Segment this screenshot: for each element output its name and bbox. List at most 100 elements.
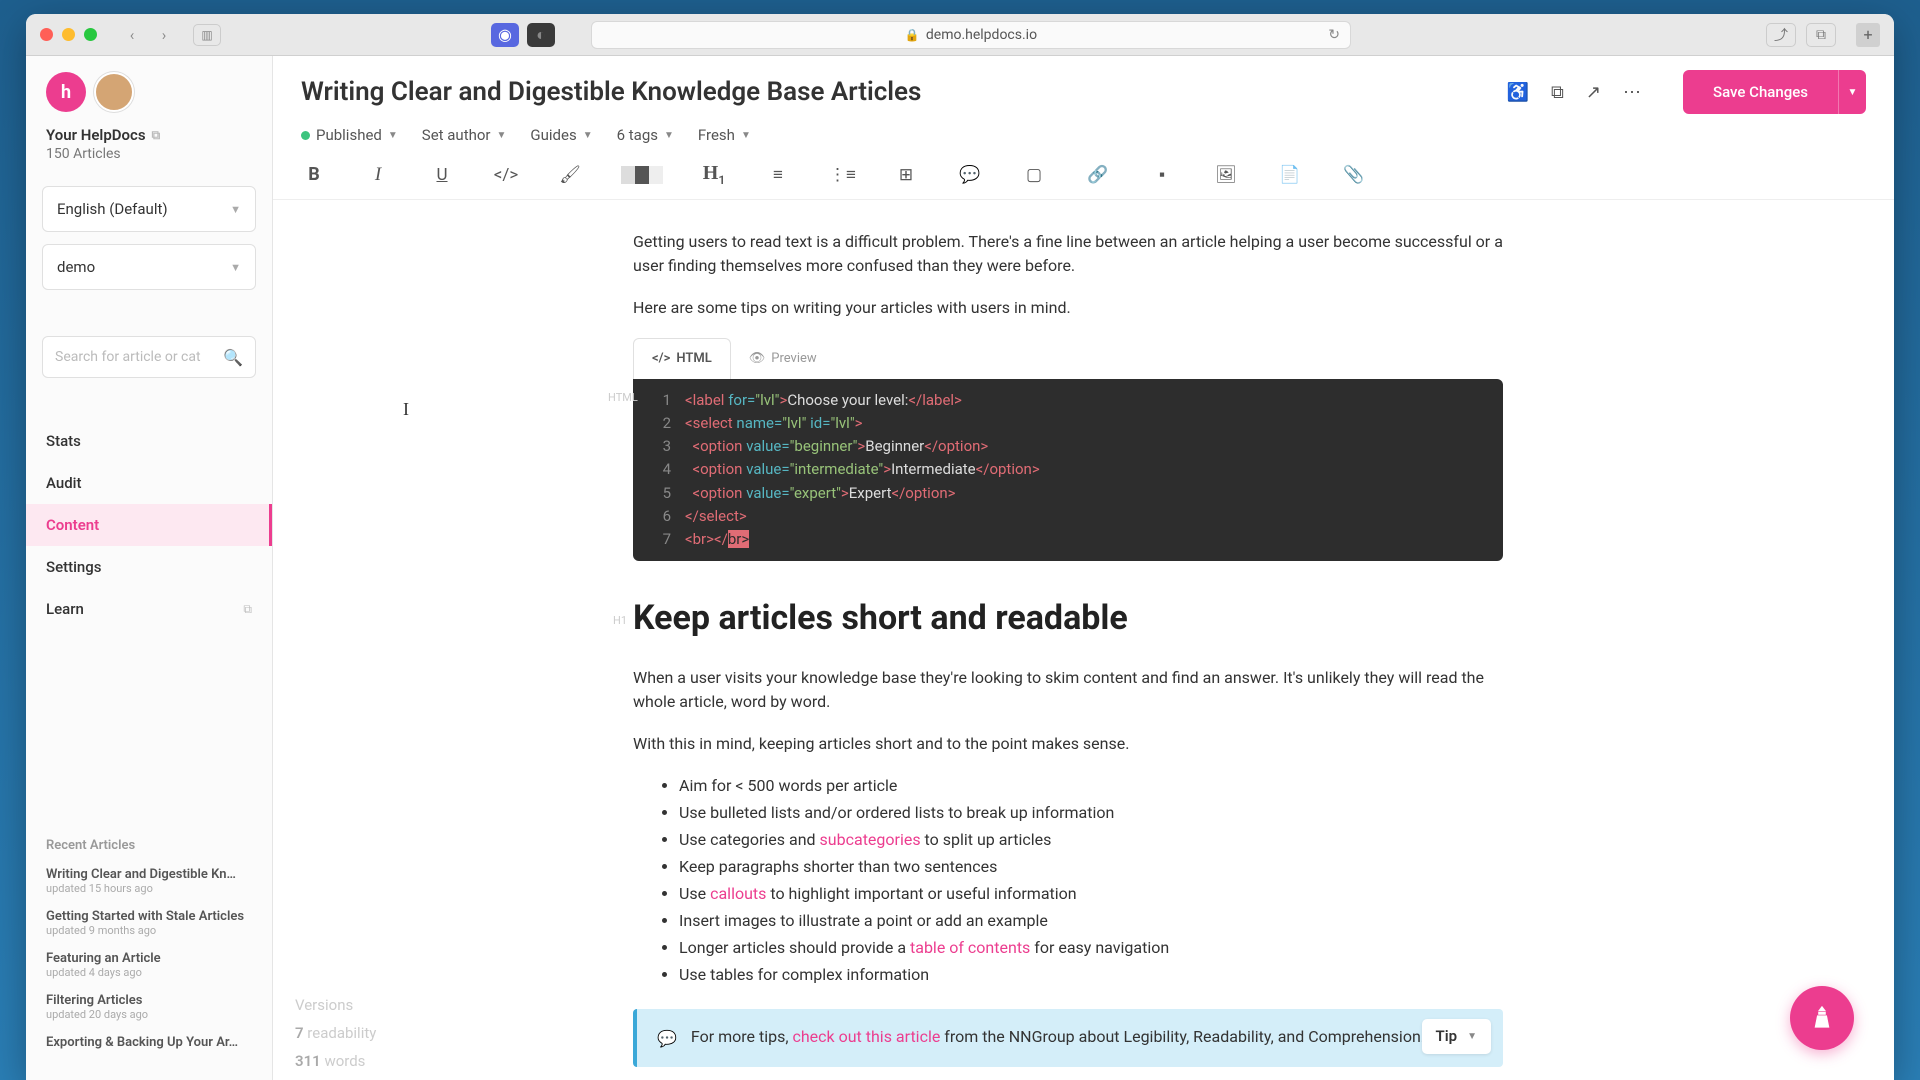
accessibility-icon[interactable]: ♿	[1507, 82, 1529, 103]
tags-dropdown[interactable]: 6 tags▼	[617, 126, 674, 144]
more-icon[interactable]: ⋯	[1623, 82, 1641, 103]
html-tab[interactable]: </>HTML	[633, 338, 731, 379]
list-item: Use bulleted lists and/or ordered lists …	[679, 801, 1503, 825]
preview-tab[interactable]: 👁Preview	[731, 338, 835, 379]
search-input[interactable]: Search for article or cat 🔍	[42, 336, 256, 378]
project-dropdown[interactable]: demo ▼	[42, 244, 256, 290]
nav-learn[interactable]: Learn⧉	[26, 588, 272, 630]
recent-item[interactable]: Writing Clear and Digestible Kn… updated…	[46, 867, 252, 895]
save-dropdown-button[interactable]: ▼	[1838, 70, 1866, 114]
link-button[interactable]: 🔗	[1085, 165, 1111, 185]
attachment-button[interactable]: 📎	[1341, 165, 1367, 185]
callout-link[interactable]: check out this article	[792, 1027, 940, 1046]
recent-item[interactable]: Exporting & Backing Up Your Ar…	[46, 1035, 252, 1050]
heading-button[interactable]: H1	[701, 162, 727, 187]
nav-stats[interactable]: Stats	[26, 420, 272, 462]
article-count: 150 Articles	[26, 144, 272, 180]
underline-button[interactable]: U	[429, 165, 455, 185]
nav-audit[interactable]: Audit	[26, 462, 272, 504]
browser-window: ‹ › ▥ ◉ ◐ 🔒 demo.helpdocs.io ↻ ⤴ ⧉ + h Y…	[26, 14, 1894, 1080]
meta-row: Published▼ Set author▼ Guides▼ 6 tags▼ F…	[301, 114, 1866, 154]
chevron-down-icon: ▼	[497, 130, 507, 141]
recent-articles: Recent Articles Writing Clear and Digest…	[26, 838, 272, 1064]
org-name[interactable]: Your HelpDocs ⧉	[26, 126, 272, 144]
title-actions: ♿ ⧉ ↗ ⋯ Save Changes ▼	[1507, 70, 1866, 114]
category-dropdown[interactable]: Guides▼	[530, 126, 592, 144]
app-logo[interactable]: h	[46, 72, 86, 112]
unordered-list-button[interactable]: ⋮≡	[829, 165, 855, 185]
maximize-window-button[interactable]	[84, 28, 97, 41]
recent-item[interactable]: Filtering Articles updated 20 days ago	[46, 993, 252, 1021]
toc-link[interactable]: table of contents	[910, 938, 1030, 957]
recent-item[interactable]: Getting Started with Stale Articles upda…	[46, 909, 252, 937]
paragraph[interactable]: Getting users to read text is a difficul…	[633, 230, 1503, 278]
url-bar[interactable]: 🔒 demo.helpdocs.io ↻	[591, 21, 1351, 49]
nav-settings[interactable]: Settings	[26, 546, 272, 588]
extension-2-icon[interactable]: ◐	[527, 23, 555, 47]
nav-content[interactable]: Content	[26, 504, 272, 546]
text-cursor-icon	[403, 396, 405, 416]
sidebar-toggle-button[interactable]: ▥	[193, 24, 221, 46]
image-button[interactable]: 🖼	[1213, 165, 1239, 185]
ordered-list-button[interactable]: ≡	[765, 165, 791, 185]
callout-text: For more tips, check out this article fr…	[691, 1025, 1483, 1051]
extension-1-icon[interactable]: ◉	[491, 23, 519, 47]
editor-content[interactable]: Getting users to read text is a difficul…	[273, 200, 1894, 1080]
language-dropdown[interactable]: English (Default) ▼	[42, 186, 256, 232]
chevron-down-icon: ▼	[741, 130, 751, 141]
versions-label[interactable]: Versions	[295, 996, 376, 1014]
bold-button[interactable]: B	[301, 164, 327, 185]
freshness-dropdown[interactable]: Fresh▼	[698, 126, 751, 144]
external-link-icon: ⧉	[243, 602, 252, 617]
comment-button[interactable]: 💬	[957, 165, 983, 185]
paragraph[interactable]: Here are some tips on writing your artic…	[633, 296, 1503, 320]
tip-callout[interactable]: 💬 For more tips, check out this article …	[633, 1009, 1503, 1067]
italic-button[interactable]: I	[365, 164, 391, 186]
code-button[interactable]: </>	[493, 165, 519, 185]
subcategories-link[interactable]: subcategories	[820, 830, 921, 849]
status-dropdown[interactable]: Published▼	[301, 126, 398, 144]
recent-item[interactable]: Featuring an Article updated 4 days ago	[46, 951, 252, 979]
code-block-container: </>HTML 👁Preview 1<label for="lvl">Choos…	[633, 338, 1503, 561]
block-button[interactable]: ▪	[1149, 165, 1175, 185]
recent-title: Recent Articles	[46, 838, 252, 853]
open-external-icon[interactable]: ⧉	[1551, 82, 1564, 103]
callout-button[interactable]: ▢	[1021, 165, 1047, 185]
color-swatch-lighter	[649, 166, 663, 184]
nav-list: Stats Audit Content Settings Learn⧉	[26, 420, 272, 630]
color-picker[interactable]	[621, 166, 663, 184]
nav-buttons: ‹ ›	[119, 24, 177, 46]
minimize-window-button[interactable]	[62, 28, 75, 41]
user-avatar[interactable]	[94, 72, 134, 112]
bullet-list[interactable]: Aim for < 500 words per article Use bull…	[679, 774, 1503, 987]
callouts-link[interactable]: callouts	[710, 884, 766, 903]
list-item: Use categories and subcategories to spli…	[679, 828, 1503, 852]
reload-icon[interactable]: ↻	[1328, 27, 1340, 43]
back-button[interactable]: ‹	[119, 24, 145, 46]
close-window-button[interactable]	[40, 28, 53, 41]
forward-button[interactable]: ›	[151, 24, 177, 46]
tabs-button[interactable]: ⧉	[1806, 23, 1836, 47]
share-arrow-icon[interactable]: ↗	[1586, 82, 1601, 103]
heading-keep-short[interactable]: Keep articles short and readable	[633, 593, 1503, 644]
help-fab-button[interactable]	[1790, 986, 1854, 1050]
sidebar: h Your HelpDocs ⧉ 150 Articles English (…	[26, 56, 273, 1080]
list-item: Longer articles should provide a table o…	[679, 936, 1503, 960]
author-dropdown[interactable]: Set author▼	[422, 126, 507, 144]
code-icon: </>	[652, 349, 670, 369]
file-button[interactable]: 📄	[1277, 165, 1303, 185]
share-button[interactable]: ⤴	[1766, 23, 1796, 47]
table-button[interactable]: ⊞	[893, 165, 919, 185]
paragraph[interactable]: When a user visits your knowledge base t…	[633, 666, 1503, 714]
chevron-down-icon: ▼	[230, 203, 241, 216]
eye-icon: 👁	[749, 349, 766, 369]
article-title[interactable]: Writing Clear and Digestible Knowledge B…	[301, 77, 921, 107]
project-value: demo	[57, 258, 95, 276]
new-tab-button[interactable]: +	[1856, 23, 1880, 47]
code-editor[interactable]: 1<label for="lvl">Choose your level:</la…	[633, 379, 1503, 562]
tip-type-dropdown[interactable]: Tip ▼	[1422, 1019, 1491, 1054]
highlight-button[interactable]: 🖌	[557, 165, 583, 185]
h1-marker: H1	[613, 613, 627, 630]
save-button[interactable]: Save Changes	[1683, 70, 1838, 114]
paragraph[interactable]: With this in mind, keeping articles shor…	[633, 732, 1503, 756]
